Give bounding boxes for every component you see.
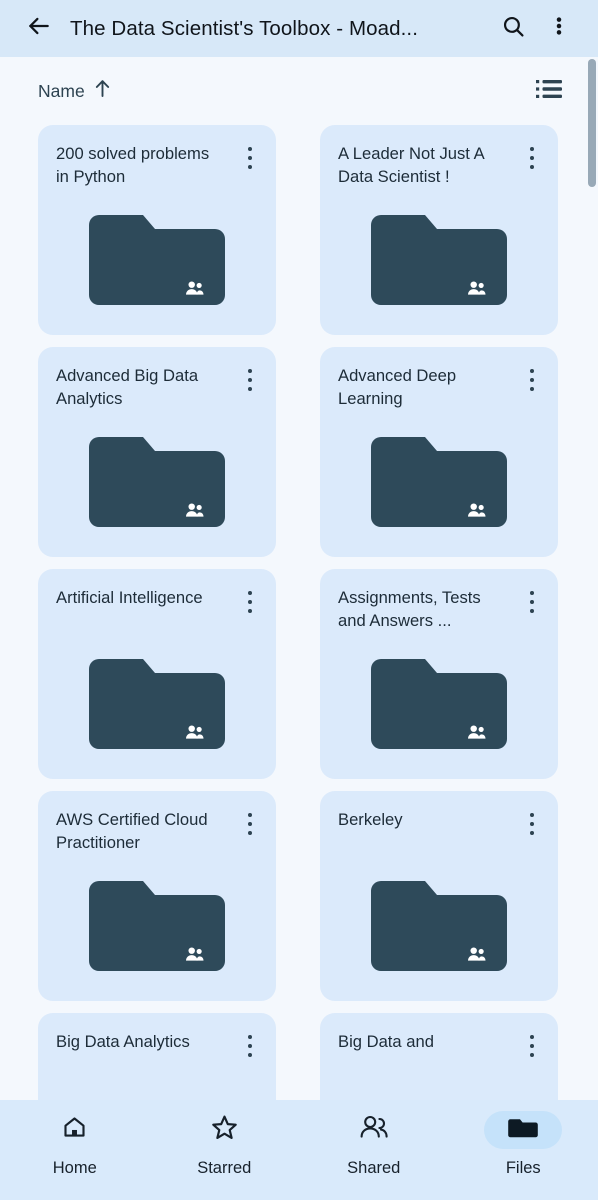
file-title: Big Data Analytics bbox=[56, 1032, 190, 1051]
file-card[interactable]: Assignments, Tests and Answers ... bbox=[320, 569, 558, 779]
folder-shared-icon bbox=[89, 207, 225, 313]
folder-shared-icon bbox=[371, 873, 507, 979]
scrollbar[interactable] bbox=[588, 57, 596, 1100]
file-browser-content: Name 200 solved problems in Python A Lea… bbox=[0, 57, 598, 1100]
sort-label: Name bbox=[38, 80, 85, 101]
sort-button[interactable]: Name bbox=[38, 79, 111, 103]
nav-item-shared[interactable]: Shared bbox=[299, 1100, 449, 1178]
file-title: Advanced Big Data Analytics bbox=[56, 366, 199, 408]
sort-and-view-bar: Name bbox=[0, 57, 598, 125]
file-card[interactable]: Advanced Big Data Analytics bbox=[38, 347, 276, 557]
folder-shared-icon bbox=[371, 429, 507, 535]
file-card[interactable]: Big Data Analytics bbox=[38, 1013, 276, 1100]
folder-icon bbox=[508, 1116, 539, 1145]
nav-label-shared: Shared bbox=[347, 1159, 401, 1177]
folder-shared-icon bbox=[371, 207, 507, 313]
file-menu-button[interactable] bbox=[237, 143, 263, 173]
file-title: AWS Certified Cloud Practitioner bbox=[56, 810, 208, 852]
nav-item-starred[interactable]: Starred bbox=[150, 1100, 300, 1178]
search-icon bbox=[501, 14, 526, 44]
nav-pill-starred bbox=[185, 1111, 263, 1149]
file-card[interactable]: Berkeley bbox=[320, 791, 558, 1001]
nav-label-files: Files bbox=[505, 1159, 541, 1177]
nav-label-home: Home bbox=[52, 1159, 97, 1177]
nav-pill-files bbox=[484, 1111, 563, 1149]
list-view-icon bbox=[536, 79, 562, 104]
file-title: Big Data and bbox=[338, 1032, 434, 1051]
file-title: Artificial Intelligence bbox=[56, 588, 203, 607]
scrollbar-thumb[interactable] bbox=[588, 59, 596, 187]
file-menu-button[interactable] bbox=[237, 1031, 263, 1061]
bottom-navigation: Home Starred Shared Files bbox=[0, 1100, 598, 1200]
file-menu-button[interactable] bbox=[237, 587, 263, 617]
page-title: The Data Scientist's Toolbox - Moad... bbox=[70, 16, 419, 40]
file-menu-button[interactable] bbox=[519, 809, 545, 839]
file-card[interactable]: AWS Certified Cloud Practitioner bbox=[38, 791, 276, 1001]
more-vertical-icon bbox=[548, 14, 570, 43]
nav-item-home[interactable]: Home bbox=[0, 1100, 150, 1178]
view-toggle-button[interactable] bbox=[536, 78, 562, 105]
file-card[interactable]: 200 solved problems in Python bbox=[38, 125, 276, 335]
file-title: A Leader Not Just A Data Scientist ! bbox=[338, 144, 484, 186]
nav-pill-shared bbox=[335, 1111, 413, 1149]
file-menu-button[interactable] bbox=[519, 143, 545, 173]
file-card[interactable]: Big Data and bbox=[320, 1013, 558, 1100]
back-button[interactable] bbox=[16, 6, 62, 52]
folder-shared-icon bbox=[89, 873, 225, 979]
people-icon bbox=[359, 1114, 389, 1147]
file-title: Advanced Deep Learning bbox=[338, 366, 457, 408]
star-icon bbox=[210, 1113, 239, 1147]
app-bar: The Data Scientist's Toolbox - Moad... bbox=[0, 0, 598, 57]
file-card[interactable]: A Leader Not Just A Data Scientist ! bbox=[320, 125, 558, 335]
file-grid: 200 solved problems in Python A Leader N… bbox=[0, 125, 598, 1100]
file-menu-button[interactable] bbox=[237, 365, 263, 395]
search-button[interactable] bbox=[490, 6, 536, 52]
arrow-back-icon bbox=[26, 13, 52, 44]
file-card[interactable]: Advanced Deep Learning bbox=[320, 347, 558, 557]
file-menu-button[interactable] bbox=[519, 587, 545, 617]
overflow-menu-button[interactable] bbox=[536, 6, 582, 52]
nav-item-files[interactable]: Files bbox=[449, 1100, 598, 1178]
file-title: Assignments, Tests and Answers ... bbox=[338, 588, 481, 630]
file-menu-button[interactable] bbox=[237, 809, 263, 839]
file-title: 200 solved problems in Python bbox=[56, 144, 210, 186]
file-menu-button[interactable] bbox=[519, 365, 545, 395]
file-card[interactable]: Artificial Intelligence bbox=[38, 569, 276, 779]
arrow-up-icon bbox=[94, 79, 111, 103]
nav-label-starred: Starred bbox=[197, 1159, 252, 1177]
file-title: Berkeley bbox=[338, 810, 403, 829]
nav-pill-home bbox=[36, 1111, 114, 1149]
folder-shared-icon bbox=[89, 651, 225, 757]
file-menu-button[interactable] bbox=[519, 1031, 545, 1061]
folder-shared-icon bbox=[371, 651, 507, 757]
folder-shared-icon bbox=[89, 429, 225, 535]
home-icon bbox=[61, 1114, 88, 1146]
